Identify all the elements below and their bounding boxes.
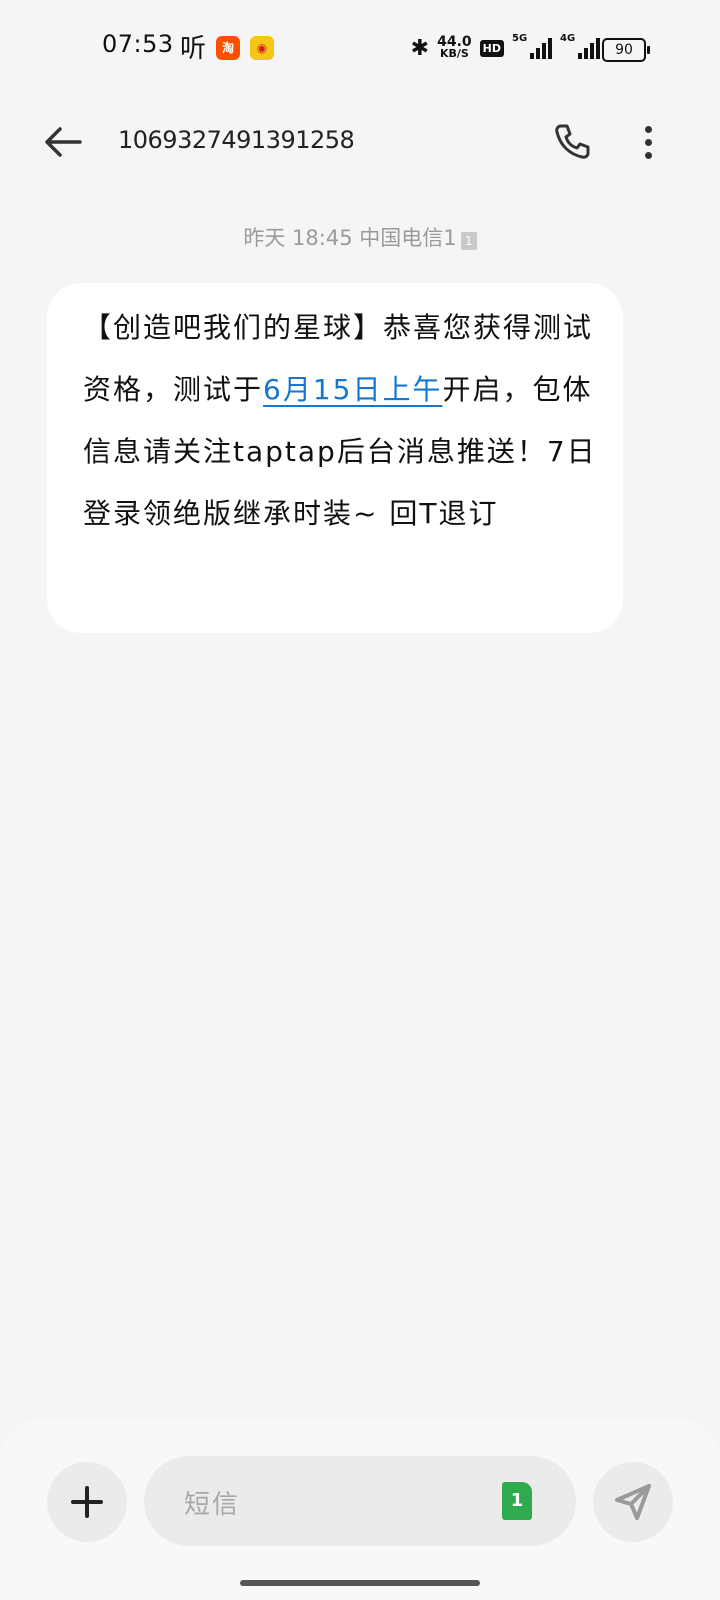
signal-4g-icon: 4G bbox=[560, 33, 600, 59]
hd-voice-icon: HD bbox=[479, 39, 504, 57]
message-text: 【创造吧我们的星球】恭喜您获得测试资格，测试于6月15日上午开启，包体信息请关注… bbox=[83, 297, 603, 545]
more-options-icon[interactable] bbox=[640, 122, 656, 162]
send-icon bbox=[615, 1484, 651, 1520]
message-day: 昨天 bbox=[243, 226, 286, 250]
message-date-link[interactable]: 6月15日上午 bbox=[263, 373, 442, 406]
message-timestamp: 昨天 18:45 中国电信1 1 bbox=[0, 222, 720, 252]
message-input[interactable]: 短信 1 bbox=[144, 1456, 576, 1546]
message-input-placeholder: 短信 bbox=[184, 1490, 241, 1520]
battery-icon: 90 bbox=[602, 38, 650, 62]
status-right-icons: ✱ 44.0 KB/S HD 5G 4G bbox=[410, 33, 600, 62]
home-indicator[interactable] bbox=[240, 1580, 480, 1586]
bluetooth-icon: ✱ bbox=[410, 35, 430, 61]
taobao-app-icon: 淘 bbox=[216, 36, 240, 60]
add-attachment-button[interactable] bbox=[47, 1462, 127, 1542]
composer-bar: 短信 1 bbox=[0, 1420, 720, 1600]
sim-badge-icon: 1 bbox=[460, 232, 477, 250]
screen: 07:53 听 淘 ◉ ✱ 44.0 KB/S HD 5G 4G 90 1069… bbox=[0, 0, 720, 1600]
status-time: 07:53 bbox=[102, 30, 174, 58]
sender-number: 1069327491391258 bbox=[118, 126, 355, 154]
status-bar: 07:53 听 淘 ◉ ✱ 44.0 KB/S HD 5G 4G 90 bbox=[0, 0, 720, 96]
message-sim: 中国电信1 bbox=[359, 226, 457, 250]
send-button[interactable] bbox=[593, 1462, 673, 1542]
weibo-app-icon: ◉ bbox=[250, 36, 274, 60]
message-bubble[interactable]: 【创造吧我们的星球】恭喜您获得测试资格，测试于6月15日上午开启，包体信息请关注… bbox=[47, 283, 623, 633]
ting-app-icon: 听 bbox=[180, 34, 207, 64]
phone-call-icon[interactable] bbox=[552, 122, 592, 162]
network-speed: 44.0 KB/S bbox=[437, 35, 472, 60]
network-speed-unit: KB/S bbox=[439, 47, 469, 60]
back-arrow-icon[interactable] bbox=[40, 122, 88, 162]
signal-5g-icon: 5G bbox=[512, 33, 552, 59]
message-time: 18:45 bbox=[292, 226, 353, 250]
sim-select-icon[interactable]: 1 bbox=[502, 1482, 532, 1520]
conversation-header: 1069327491391258 bbox=[0, 96, 720, 196]
